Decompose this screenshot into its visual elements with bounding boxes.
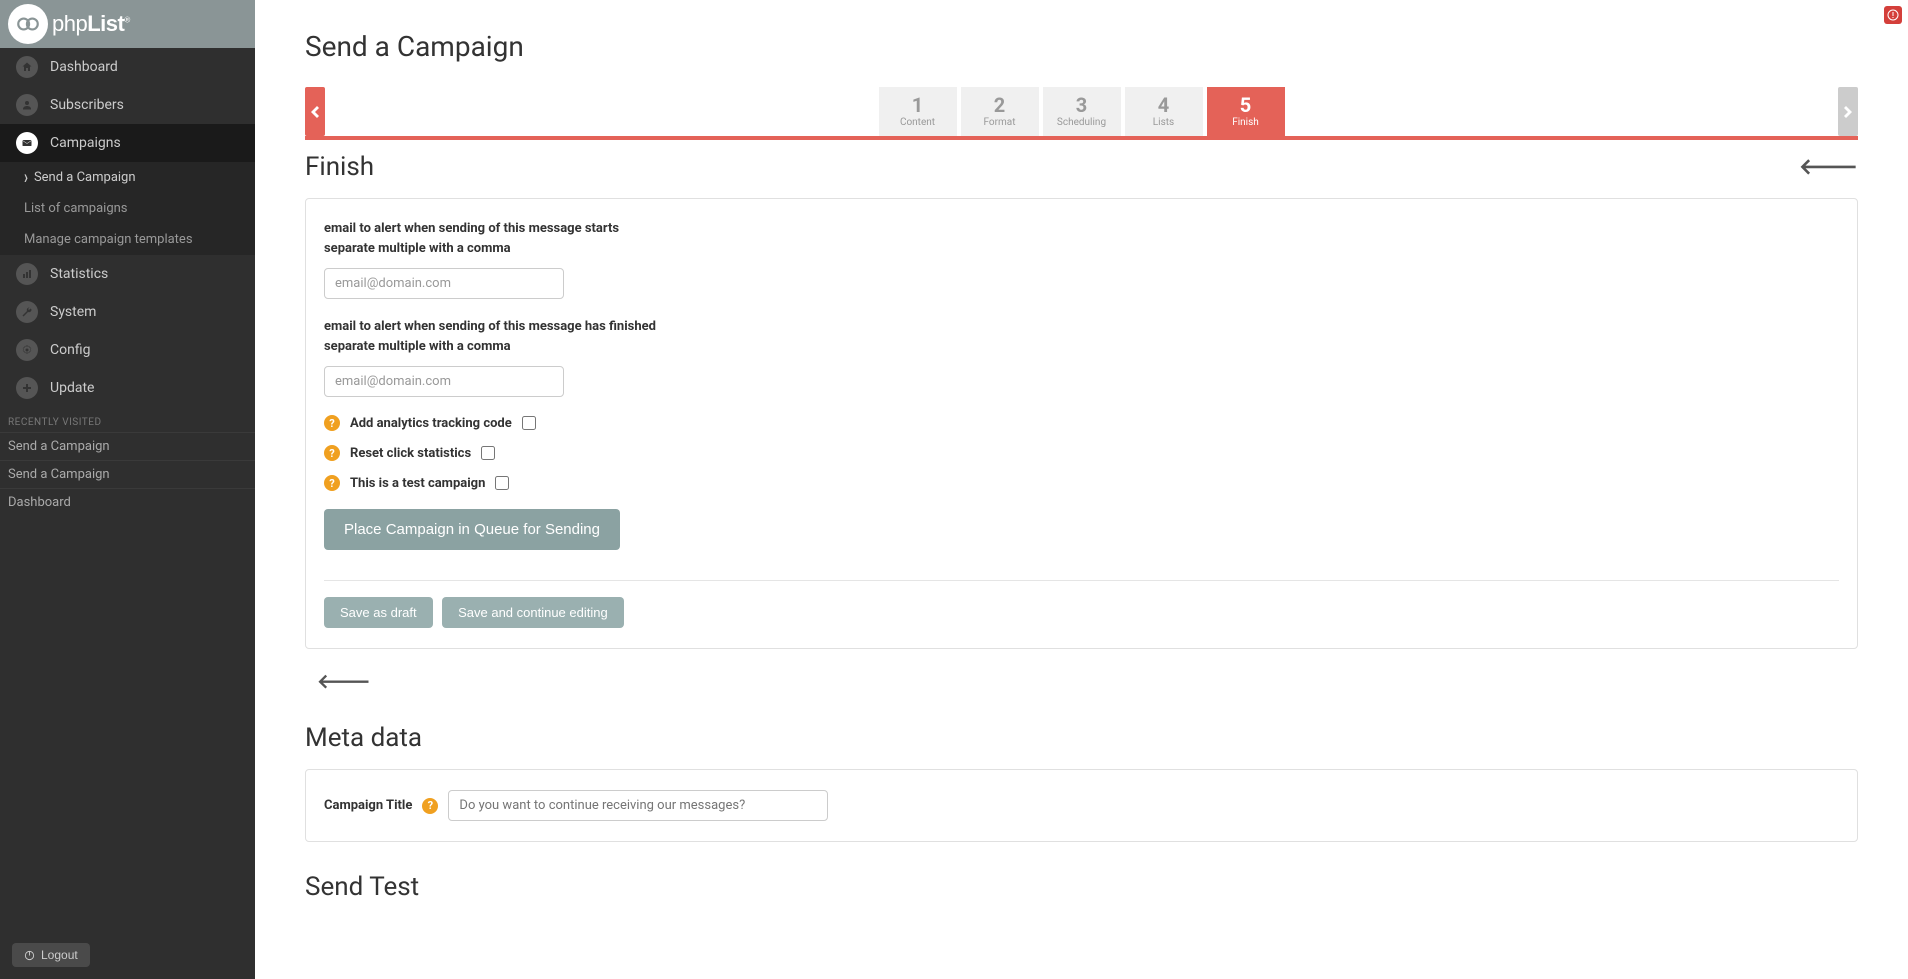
gear-icon <box>16 339 38 361</box>
step-scheduling[interactable]: 3 Scheduling <box>1043 87 1121 136</box>
nav-label: Campaigns <box>50 135 121 151</box>
reset-row: ? Reset click statistics <box>324 445 1839 461</box>
campaign-title-row: Campaign Title ? <box>324 790 1839 821</box>
subnav-list-campaigns[interactable]: List of campaigns <box>0 193 255 224</box>
finish-panel: email to alert when sending of this mess… <box>305 198 1858 649</box>
wrench-icon <box>16 301 38 323</box>
nav-label: Update <box>50 380 94 396</box>
power-icon <box>24 950 35 961</box>
envelope-icon <box>16 132 38 154</box>
step-tabs: 1 Content 2 Format 3 Scheduling 4 Lists … <box>879 87 1285 136</box>
analytics-checkbox[interactable] <box>522 416 536 430</box>
start-alert-label: email to alert when sending of this mess… <box>324 219 1839 258</box>
test-checkbox[interactable] <box>495 476 509 490</box>
section-title: Finish <box>305 152 374 182</box>
step-content[interactable]: 1 Content <box>879 87 957 136</box>
sidebar-header: phpList® <box>0 0 255 48</box>
wizard-prev-button[interactable] <box>305 87 325 136</box>
finish-alert-input[interactable] <box>324 366 564 397</box>
main-nav-lower: Statistics System Config Update <box>0 255 255 407</box>
sendtest-heading: Send Test <box>305 872 1858 902</box>
logout-label: Logout <box>41 948 78 962</box>
wizard-steps: 1 Content 2 Format 3 Scheduling 4 Lists … <box>305 87 1858 136</box>
logo-text: phpList® <box>52 11 130 37</box>
wizard-next-button[interactable] <box>1838 87 1858 136</box>
save-continue-button[interactable]: Save and continue editing <box>442 597 624 628</box>
test-row: ? This is a test campaign <box>324 475 1839 491</box>
logout-button[interactable]: Logout <box>12 943 90 967</box>
help-icon[interactable]: ? <box>324 445 340 461</box>
recent-item-2[interactable]: Dashboard <box>0 488 255 516</box>
finish-alert-label: email to alert when sending of this mess… <box>324 317 1839 356</box>
subnav-manage-templates[interactable]: Manage campaign templates <box>0 224 255 255</box>
reset-label: Reset click statistics <box>350 446 471 461</box>
help-icon[interactable]: ? <box>324 475 340 491</box>
meta-panel: Campaign Title ? <box>305 769 1858 842</box>
nav-subscribers[interactable]: Subscribers <box>0 86 255 124</box>
nav-statistics[interactable]: Statistics <box>0 255 255 293</box>
wizard-divider <box>305 136 1858 140</box>
step-format[interactable]: 2 Format <box>961 87 1039 136</box>
nav-dashboard[interactable]: Dashboard <box>0 48 255 86</box>
nav-label: Dashboard <box>50 59 118 75</box>
recent-header: RECENTLY VISITED <box>0 407 255 432</box>
notification-badge[interactable] <box>1884 6 1902 24</box>
recent-item-1[interactable]: Send a Campaign <box>0 460 255 488</box>
nav-label: Config <box>50 342 90 358</box>
help-icon[interactable]: ? <box>324 415 340 431</box>
back-arrow-bottom[interactable]: 🡐 <box>317 669 371 693</box>
queue-button[interactable]: Place Campaign in Queue for Sending <box>324 509 620 550</box>
analytics-row: ? Add analytics tracking code <box>324 415 1839 431</box>
step-finish[interactable]: 5 Finish <box>1207 87 1285 136</box>
analytics-label: Add analytics tracking code <box>350 416 512 431</box>
sidebar: phpList® Dashboard Subscribers Campaigns… <box>0 0 255 979</box>
user-icon <box>16 94 38 116</box>
back-arrow-top[interactable]: 🡐 <box>1799 154 1858 180</box>
start-alert-input[interactable] <box>324 268 564 299</box>
nav-campaigns[interactable]: Campaigns <box>0 124 255 162</box>
plus-icon <box>16 377 38 399</box>
home-icon <box>16 56 38 78</box>
nav-system[interactable]: System <box>0 293 255 331</box>
logo-icon <box>8 4 48 44</box>
nav-label: System <box>50 304 96 320</box>
save-draft-button[interactable]: Save as draft <box>324 597 433 628</box>
campaign-title-label: Campaign Title <box>324 798 412 813</box>
page-title: Send a Campaign <box>305 30 1858 63</box>
chart-icon <box>16 263 38 285</box>
panel-divider <box>324 580 1839 581</box>
sidebar-footer: Logout <box>0 931 255 979</box>
nav-config[interactable]: Config <box>0 331 255 369</box>
nav-label: Statistics <box>50 266 108 282</box>
test-label: This is a test campaign <box>350 476 485 491</box>
nav-label: Subscribers <box>50 97 124 113</box>
meta-heading: Meta data <box>305 723 1858 753</box>
campaigns-subnav: Send a Campaign List of campaigns Manage… <box>0 162 255 255</box>
step-lists[interactable]: 4 Lists <box>1125 87 1203 136</box>
campaign-title-input[interactable] <box>448 790 828 821</box>
reset-checkbox[interactable] <box>481 446 495 460</box>
help-icon[interactable]: ? <box>422 798 438 814</box>
subnav-send-campaign[interactable]: Send a Campaign <box>0 162 255 193</box>
recent-item-0[interactable]: Send a Campaign <box>0 432 255 460</box>
logo[interactable]: phpList® <box>8 4 130 44</box>
nav-update[interactable]: Update <box>0 369 255 407</box>
section-header-row: Finish 🡐 <box>305 152 1858 182</box>
main-content: Send a Campaign 1 Content 2 Format 3 Sch… <box>255 0 1908 932</box>
main-nav: Dashboard Subscribers Campaigns <box>0 48 255 162</box>
